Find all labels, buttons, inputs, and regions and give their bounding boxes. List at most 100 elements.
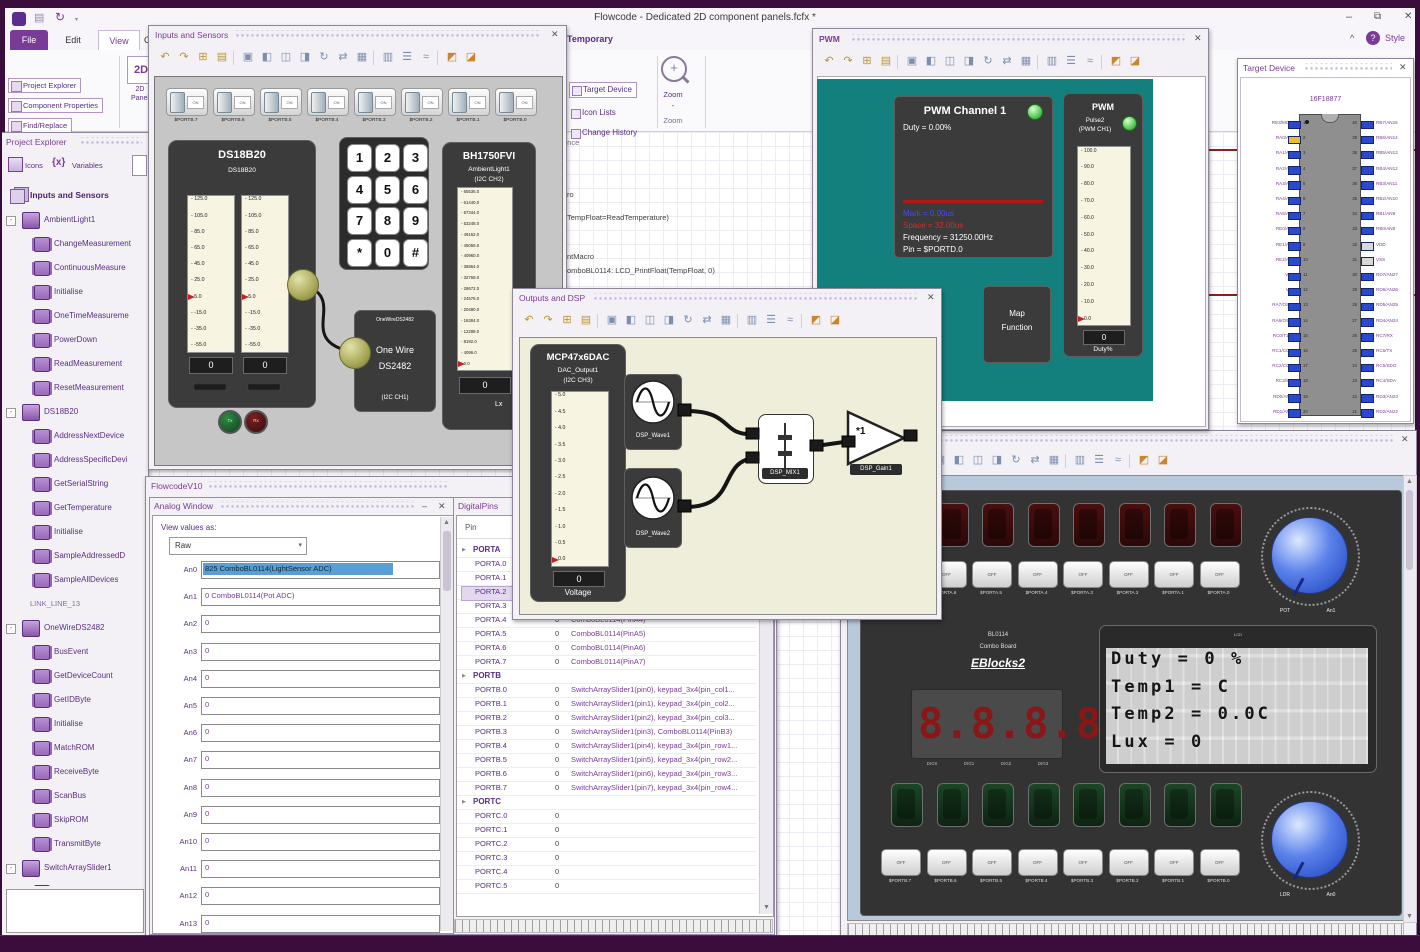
pin-left[interactable] [1288, 287, 1301, 297]
tree-expander-icon[interactable]: - [6, 624, 16, 634]
digital-pin-name[interactable]: PORTB.2 [475, 713, 507, 722]
group-icon[interactable]: ▦ [354, 49, 370, 66]
digital-pin-name[interactable]: PORTB.7 [475, 783, 507, 792]
dsp-mixer-component[interactable]: DSP_MIX1 [758, 414, 814, 484]
tree-expander-icon[interactable]: - [6, 408, 16, 418]
pin-left[interactable] [1288, 394, 1301, 403]
keypad-key-1[interactable]: 1 [347, 144, 372, 172]
chart-icon[interactable]: ▥ [744, 312, 760, 329]
project-explorer-caption-dots[interactable] [80, 137, 142, 147]
tree-item[interactable]: GetIDByte [2, 690, 148, 714]
keypad-key-7[interactable]: 7 [347, 207, 372, 235]
pin-right[interactable] [1361, 348, 1374, 357]
save-icon[interactable]: ▤ [34, 11, 44, 24]
tab-temporary[interactable]: Temporary [567, 34, 613, 44]
one-wire-node[interactable] [339, 337, 371, 369]
target-caption-dots[interactable] [1304, 63, 1392, 73]
send-back-icon[interactable]: ◪ [827, 312, 843, 329]
ldr-knob[interactable] [1261, 791, 1360, 890]
tree-item[interactable]: AddressSpecificDevi [2, 450, 148, 474]
pin-left[interactable] [1288, 181, 1301, 190]
port-toggle[interactable]: OFF [1063, 849, 1103, 876]
project-explorer-footer-box[interactable] [6, 889, 144, 933]
digital-pin-name[interactable]: PORTB.6 [475, 769, 507, 778]
dsp-wave1-component[interactable]: DSP_Wave1 [624, 374, 682, 450]
port-toggle[interactable]: OFF [1154, 561, 1194, 588]
undo-icon[interactable]: ↶ [157, 49, 173, 66]
pin-right[interactable] [1361, 166, 1374, 175]
variables-icon[interactable]: {x} [52, 157, 65, 168]
bring-front-icon[interactable]: ◩ [1136, 452, 1152, 469]
port-toggle[interactable]: OFF [972, 561, 1012, 588]
align-right-icon[interactable]: ◨ [661, 312, 677, 329]
scroll-thumb[interactable] [1406, 490, 1413, 570]
analog-row-input[interactable]: 0 [201, 615, 440, 634]
chart-icon[interactable]: ▥ [1072, 452, 1088, 469]
copy-icon[interactable]: ⊞ [195, 49, 211, 66]
digital-pin-name[interactable]: PORTB.4 [475, 741, 507, 750]
tree-item[interactable]: ChangeMeasurement [2, 234, 148, 258]
pin-right[interactable] [1361, 318, 1374, 327]
pin-left[interactable] [1288, 272, 1301, 281]
tree-item[interactable]: LINK_LINE_13 [2, 594, 148, 618]
tree-item[interactable]: Initialise [2, 714, 148, 738]
pin-left[interactable] [1288, 196, 1301, 205]
group-icon[interactable]: ▦ [1018, 53, 1034, 70]
bring-front-icon[interactable]: ◩ [1108, 53, 1124, 70]
tree-item[interactable]: PowerDown [2, 330, 148, 354]
pin-left[interactable] [1288, 302, 1301, 312]
digital-pin-name[interactable]: PORTA.0 [475, 559, 506, 568]
digital-pin-name[interactable]: PORTC.1 [475, 825, 507, 834]
pin-left[interactable] [1288, 242, 1301, 251]
pin-right[interactable] [1361, 150, 1374, 160]
dsp-wave2-component[interactable]: DSP_Wave2 [624, 468, 682, 548]
port-toggle[interactable]: OFF [1017, 849, 1058, 876]
keypad-key-5[interactable]: 5 [375, 175, 400, 204]
pin-left[interactable] [1288, 363, 1301, 373]
rotate-icon[interactable]: ↻ [680, 312, 696, 329]
send-back-icon[interactable]: ◪ [1155, 452, 1171, 469]
pin-left[interactable] [1288, 135, 1301, 145]
digital-pin-name[interactable]: PORTA.7 [475, 657, 506, 666]
tree-item[interactable]: GetDeviceCount [2, 666, 148, 690]
pin-left[interactable] [1288, 150, 1301, 160]
pin-right[interactable] [1361, 409, 1374, 418]
port-toggle[interactable]: OFF [1108, 561, 1149, 588]
minimize-button[interactable]: – [1346, 11, 1352, 23]
pin-right[interactable] [1361, 226, 1374, 236]
pin-left[interactable] [1288, 120, 1301, 129]
pin-left[interactable] [1288, 348, 1301, 357]
keypad-key-8[interactable]: 8 [375, 207, 400, 235]
pin-left[interactable] [1288, 211, 1301, 221]
switch-thumb[interactable] [405, 92, 420, 113]
tree-item[interactable]: - DS18B20 [2, 402, 148, 426]
pwm-slider-box[interactable]: PWM Pulse2 (PWM CH1) 0 Duty% - 100.0 - 90… [1063, 93, 1143, 357]
new-component-icon[interactable]: ▣ [240, 49, 256, 66]
analog-row-input[interactable]: 0 [201, 669, 440, 688]
digital-pin-name[interactable]: PORTA.1 [475, 573, 506, 582]
outputs-close-button[interactable]: ✕ [927, 292, 935, 303]
chart-icon[interactable]: ▥ [380, 49, 396, 66]
view-item-icon-lists[interactable]: Icon Lists [569, 106, 616, 120]
digital-pin-name[interactable]: PORTC.2 [475, 839, 507, 848]
digital-pin-name[interactable]: PORTB.0 [475, 685, 507, 694]
tree-expander-icon[interactable]: - [6, 864, 16, 874]
rotate-icon[interactable]: ↻ [1008, 452, 1024, 469]
paste-icon[interactable]: ▤ [878, 53, 894, 70]
ribbon-button-find-replace[interactable]: Find/Replace [8, 118, 73, 133]
restore-button[interactable]: ⧉ [1374, 11, 1381, 22]
switch-thumb[interactable] [311, 92, 326, 113]
pwm-channel-box[interactable]: PWM Channel 1 Duty = 0.00% Mark = 0.00us… [894, 96, 1053, 258]
align-right-icon[interactable]: ◨ [297, 49, 313, 66]
tree-item[interactable]: AddressNextDevice [2, 426, 148, 450]
new-component-icon[interactable]: ▣ [604, 312, 620, 329]
analog-row-input[interactable]: 0 [201, 860, 440, 879]
keypad-key-2[interactable]: 2 [375, 144, 400, 172]
port-toggle[interactable]: OFF [881, 849, 921, 876]
close-button[interactable]: ✕ [1404, 11, 1412, 22]
send-back-icon[interactable]: ◪ [1127, 53, 1143, 70]
icons-grid-icon[interactable] [8, 157, 23, 172]
pwm-caption-dots[interactable] [851, 34, 1187, 44]
digital-pin-name[interactable]: PORTB.3 [475, 727, 507, 736]
align-right-icon[interactable]: ◨ [961, 53, 977, 70]
